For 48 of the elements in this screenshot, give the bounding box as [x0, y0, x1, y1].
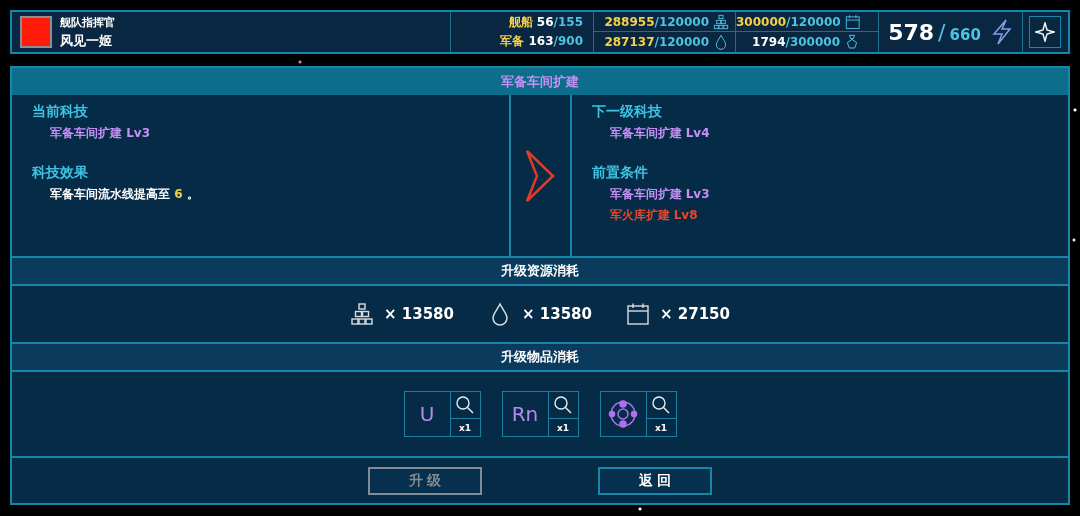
- drop-icon: [713, 34, 729, 50]
- stat-label: 军备: [500, 34, 526, 48]
- cost-amount: × 13580: [522, 305, 592, 323]
- section-header: 升级资源消耗: [12, 258, 1068, 286]
- section-header: 升级物品消耗: [12, 344, 1068, 372]
- stat-value: 163/900: [528, 34, 583, 48]
- section-heading: 当前科技: [32, 103, 89, 121]
- calendar-icon: [844, 13, 860, 30]
- calendar-icon: [626, 302, 650, 326]
- item-count: x1: [556, 422, 570, 433]
- item-count: x1: [654, 422, 668, 433]
- player-name: 风见一姬: [60, 31, 113, 50]
- blocks-icon: [713, 13, 729, 30]
- panel-title: 军备车间扩建: [12, 68, 1068, 95]
- resource-value: 288955/120000: [604, 14, 709, 29]
- chevron-icon: [525, 148, 555, 203]
- item-slot[interactable]: U x1: [403, 391, 481, 437]
- back-button[interactable]: 返 回: [598, 466, 712, 495]
- orbit-icon: [608, 399, 638, 429]
- medal-icon: [844, 34, 860, 50]
- resource-value: 287137/120000: [604, 35, 709, 49]
- cost-amount: × 13580: [384, 305, 454, 323]
- stat-label: 舰船: [508, 15, 534, 29]
- rank-label: 舰队指挥官: [60, 14, 115, 30]
- resource-value: 1794/300000: [752, 35, 840, 49]
- tech-name: 军备车间扩建 Lv4: [608, 125, 711, 142]
- lightning-icon: [990, 19, 1013, 45]
- add-button[interactable]: [1029, 16, 1061, 48]
- requirement-text: 军火库扩建 Lv8: [608, 207, 699, 224]
- section-heading: 前置条件: [591, 164, 649, 182]
- requirement-text: 军备车间扩建 Lv3: [608, 186, 711, 203]
- avatar: [20, 16, 52, 48]
- section-heading: 下一级科技: [591, 103, 663, 121]
- cost-amount: × 27150: [660, 305, 730, 323]
- resource-value: 300000/120000: [736, 14, 841, 29]
- item-slot[interactable]: x1: [599, 391, 677, 437]
- blocks-icon: [350, 302, 374, 326]
- effect-text: 军备车间流水线提高至 6 。: [49, 186, 200, 203]
- item-count: x1: [458, 422, 472, 433]
- energy-value: 578: [888, 19, 935, 45]
- item-symbol: U: [419, 402, 435, 426]
- item-symbol: Rn: [511, 402, 539, 426]
- energy-max: 660: [949, 26, 981, 44]
- stat-value: 56/155: [536, 15, 583, 29]
- separator: /: [938, 19, 946, 45]
- item-slot[interactable]: Rn x1: [501, 391, 579, 437]
- section-heading: 科技效果: [32, 164, 89, 182]
- tech-name: 军备车间扩建 Lv3: [49, 125, 151, 142]
